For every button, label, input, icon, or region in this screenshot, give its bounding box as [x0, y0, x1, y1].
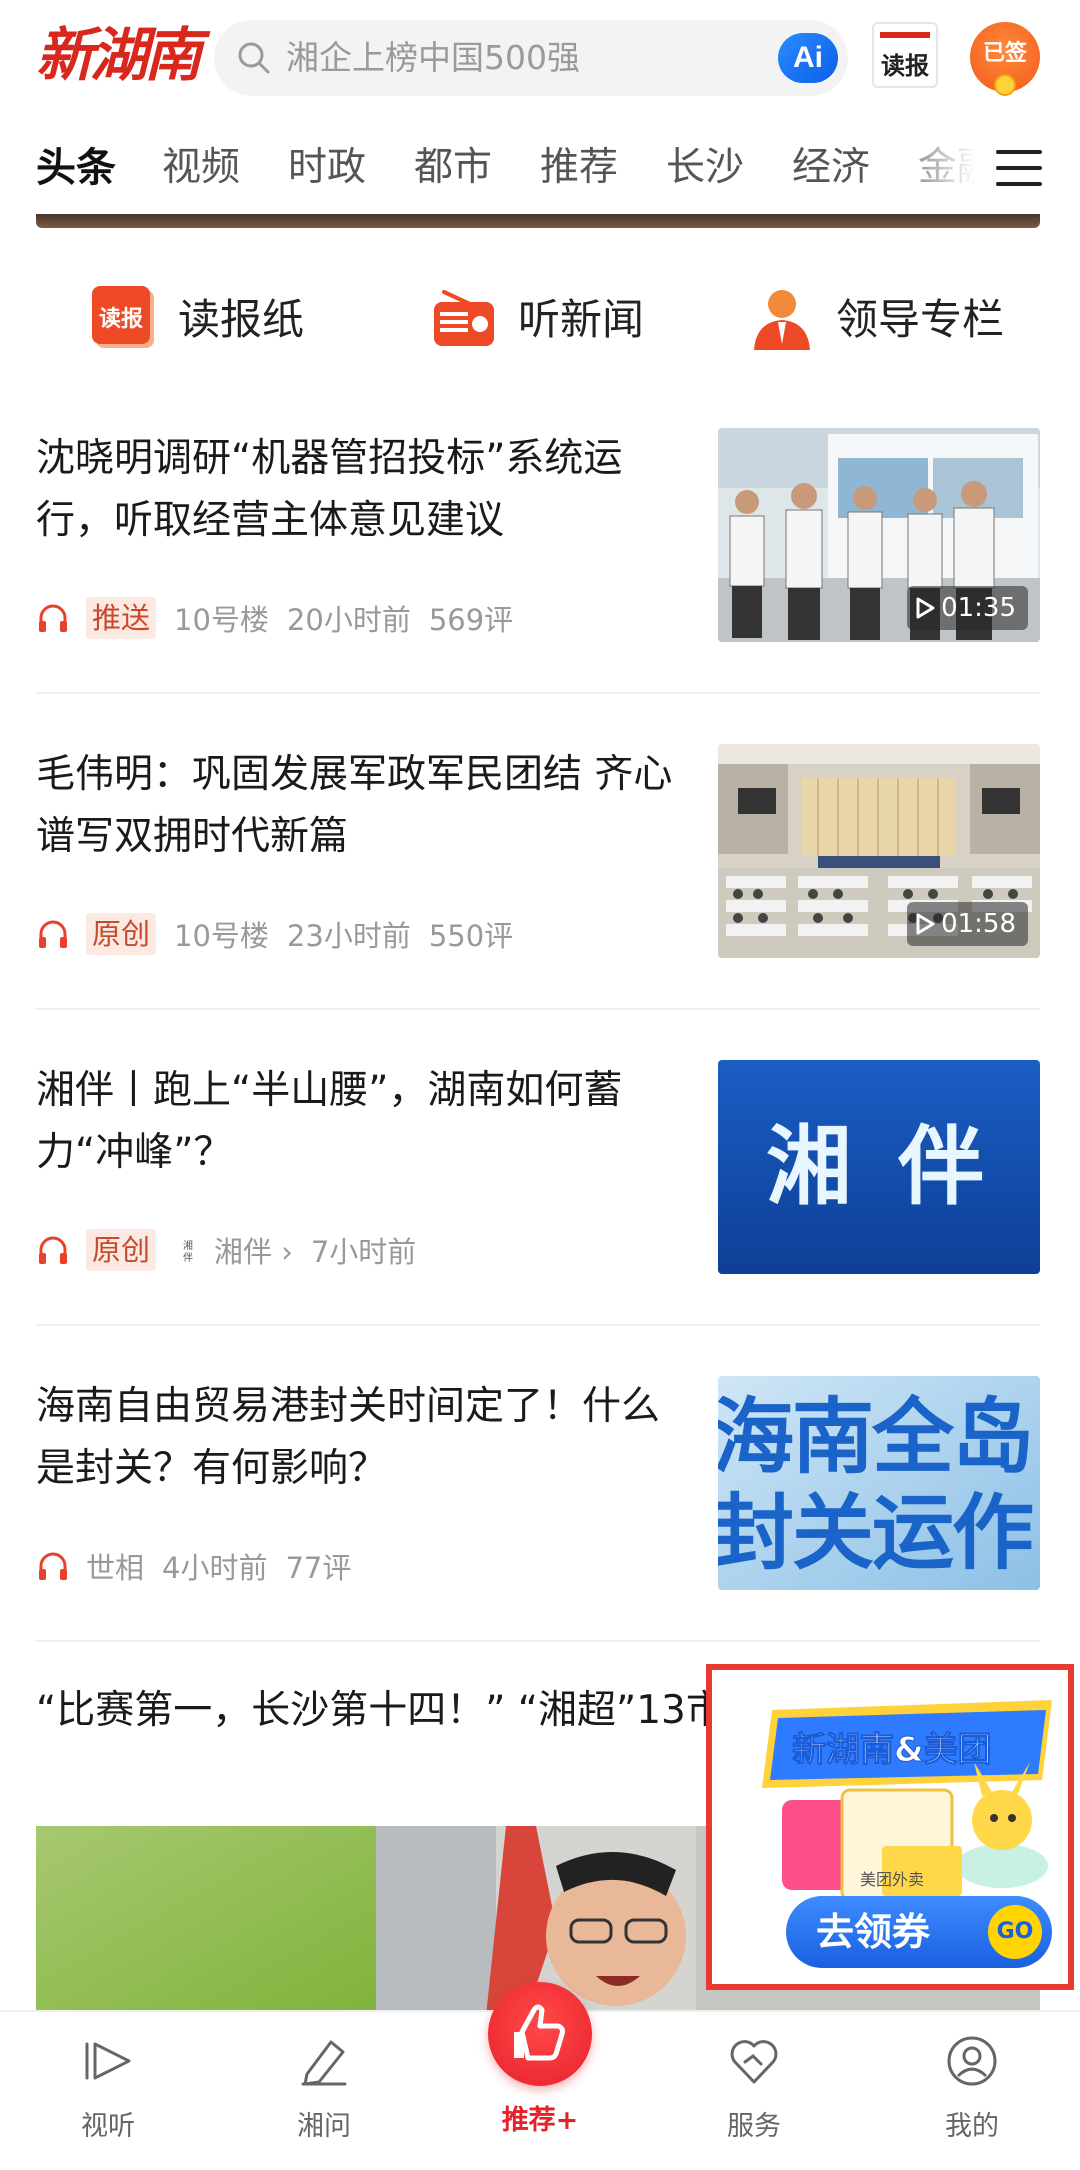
news-title[interactable]: 毛伟明：巩固发展军政军民团结 齐心谱写双拥时代新篇 [36, 744, 686, 868]
news-title[interactable]: 海南自由贸易港封关时间定了！什么是封关？有何影响？ [36, 1376, 686, 1500]
meituan-coupon-promo[interactable]: 新湖南&美团 美团外卖 去领券 GO [706, 1664, 1074, 1990]
ai-assistant-button[interactable]: Ai [778, 33, 838, 83]
video-duration: 01:35 [907, 586, 1028, 630]
xiangban-thumb-text: 湘 伴 [766, 1117, 992, 1217]
news-meta: 原创 10号楼 23小时前 550评 [36, 912, 531, 956]
news-item[interactable]: 毛伟明：巩固发展军政军民团结 齐心谱写双拥时代新篇 原创 10号楼 23小时前 … [36, 744, 1040, 958]
go-badge: GO [988, 1905, 1042, 1959]
get-coupon-label: 去领券 [816, 1910, 931, 1954]
nav-label-recommend-plus[interactable]: 推荐+ [470, 2098, 610, 2137]
app-logo[interactable]: 新湖南 [36, 20, 202, 90]
nav-label: 服务 [727, 2111, 781, 2142]
play-icon [85, 2042, 131, 2080]
heart-service-icon [730, 2040, 778, 2084]
news-comments: 569评 [428, 603, 514, 637]
play-icon [916, 597, 935, 619]
nav-label: 湘问 [297, 2111, 351, 2142]
xiangban-logo-icon: 湘 伴 [174, 1236, 203, 1264]
get-coupon-button[interactable]: 去领券 GO [786, 1896, 1052, 1968]
promo-title: 新湖南&美团 [792, 1730, 993, 1771]
divider [36, 1640, 1040, 1642]
news-time: 23小时前 [286, 919, 411, 953]
svg-text:读报: 读报 [99, 307, 143, 332]
tab-fade-overlay [880, 132, 1000, 204]
quick-entry-label: 听新闻 [518, 295, 645, 344]
nav-item-service[interactable]: 服务 [684, 2034, 824, 2143]
search-bar[interactable]: 湘企上榜中国500强 Ai [214, 20, 848, 96]
nav-label: 视听 [81, 2111, 135, 2142]
quick-entry-label: 领导专栏 [836, 295, 1005, 344]
news-source[interactable]: 湘伴 › [214, 1229, 293, 1271]
tab-headline[interactable]: 头条 [36, 132, 116, 204]
news-thumbnail[interactable]: 01:58 [718, 744, 1040, 958]
nav-item-profile[interactable]: 我的 [902, 2034, 1042, 2143]
news-meta: 推送 10号楼 20小时前 569评 [36, 596, 531, 640]
checkin-label: 已签 [982, 41, 1027, 66]
tab-economy[interactable]: 经济 [792, 132, 870, 204]
divider [36, 1008, 1040, 1010]
play-icon [916, 913, 935, 935]
divider [36, 1324, 1040, 1326]
headphones-icon[interactable] [36, 917, 70, 951]
video-duration: 01:58 [907, 902, 1028, 946]
svg-text:湘: 湘 [183, 1239, 193, 1252]
news-source: 世相 [86, 1551, 145, 1585]
news-thumbnail[interactable]: 海南全岛 封关运作 [718, 1376, 1040, 1590]
search-placeholder[interactable]: 湘企上榜中国500强 [286, 20, 580, 96]
news-title[interactable]: 沈晓明调研“机器管招投标”系统运行，听取经营主体意见建议 [36, 428, 686, 552]
radio-icon [434, 290, 494, 346]
checkin-button[interactable]: 已签 [970, 22, 1040, 96]
channel-menu-icon[interactable] [996, 148, 1042, 188]
banner-image-edge [36, 214, 1040, 228]
newspaper-shortcut-button[interactable]: 读报 [872, 22, 938, 88]
quick-entry-label: 读报纸 [178, 295, 305, 344]
news-item[interactable]: 海南自由贸易港封关时间定了！什么是封关？有何影响？ 世相 4小时前 77评 海南… [36, 1376, 1040, 1590]
newspaper-icon: 读报 [92, 286, 154, 348]
news-item[interactable]: 沈晓明调研“机器管招投标”系统运行，听取经营主体意见建议 推送 10号楼 20小… [36, 428, 1040, 642]
tab-video[interactable]: 视频 [162, 132, 240, 204]
tab-recommend[interactable]: 推荐 [540, 132, 618, 204]
news-item[interactable]: 湘伴丨跑上“半山腰”，湖南如何蓄力“冲峰”？ 原创 湘 伴 湘伴 › 7小时前 … [36, 1060, 1040, 1274]
news-time: 4小时前 [162, 1551, 268, 1585]
tab-politics[interactable]: 时政 [288, 132, 366, 204]
news-comments: 77评 [285, 1551, 352, 1585]
headphones-icon[interactable] [36, 1233, 70, 1267]
nav-label: 我的 [945, 2111, 999, 2142]
app-header: 新湖南 湘企上榜中国500强 Ai 读报 已签 [0, 0, 1080, 118]
tab-changsha[interactable]: 长沙 [666, 132, 744, 204]
nav-item-recommend-plus[interactable] [488, 1982, 592, 2086]
user-icon [947, 2036, 997, 2086]
news-comments: 550评 [428, 919, 514, 953]
news-time: 20小时前 [286, 603, 411, 637]
news-thumbnail[interactable]: 湘 伴 [718, 1060, 1040, 1274]
divider [36, 692, 1040, 694]
push-badge: 推送 [86, 597, 157, 639]
svg-text:伴: 伴 [183, 1251, 193, 1264]
news-title[interactable]: 湘伴丨跑上“半山腰”，湖南如何蓄力“冲峰”？ [36, 1060, 686, 1184]
original-badge: 原创 [86, 1229, 157, 1271]
coin-icon [994, 74, 1016, 96]
promo-bag-label: 美团外卖 [860, 1870, 925, 1889]
news-thumbnail[interactable]: 01:35 [718, 428, 1040, 642]
headphones-icon[interactable] [36, 1549, 70, 1583]
news-source: 10号楼 [174, 603, 269, 637]
pen-icon [301, 2040, 347, 2086]
original-badge: 原创 [86, 913, 157, 955]
thumbs-up-icon [514, 2004, 565, 2061]
headphones-icon[interactable] [36, 601, 70, 635]
nav-item-ask[interactable]: 湘问 [254, 2034, 394, 2143]
newspaper-header-bar [880, 32, 930, 38]
hainan-thumb-text: 海南全岛 封关运作 [718, 1390, 1034, 1581]
leader-icon [754, 290, 810, 350]
search-icon [238, 42, 270, 74]
nav-item-media[interactable]: 视听 [38, 2034, 178, 2143]
news-meta: 世相 4小时前 77评 [36, 1544, 369, 1588]
news-source: 10号楼 [174, 919, 269, 953]
tab-city[interactable]: 都市 [414, 132, 492, 204]
newspaper-shortcut-label: 读报 [881, 52, 929, 80]
news-time: 7小时前 [310, 1235, 417, 1269]
news-meta: 原创 湘 伴 湘伴 › 7小时前 [36, 1228, 434, 1272]
